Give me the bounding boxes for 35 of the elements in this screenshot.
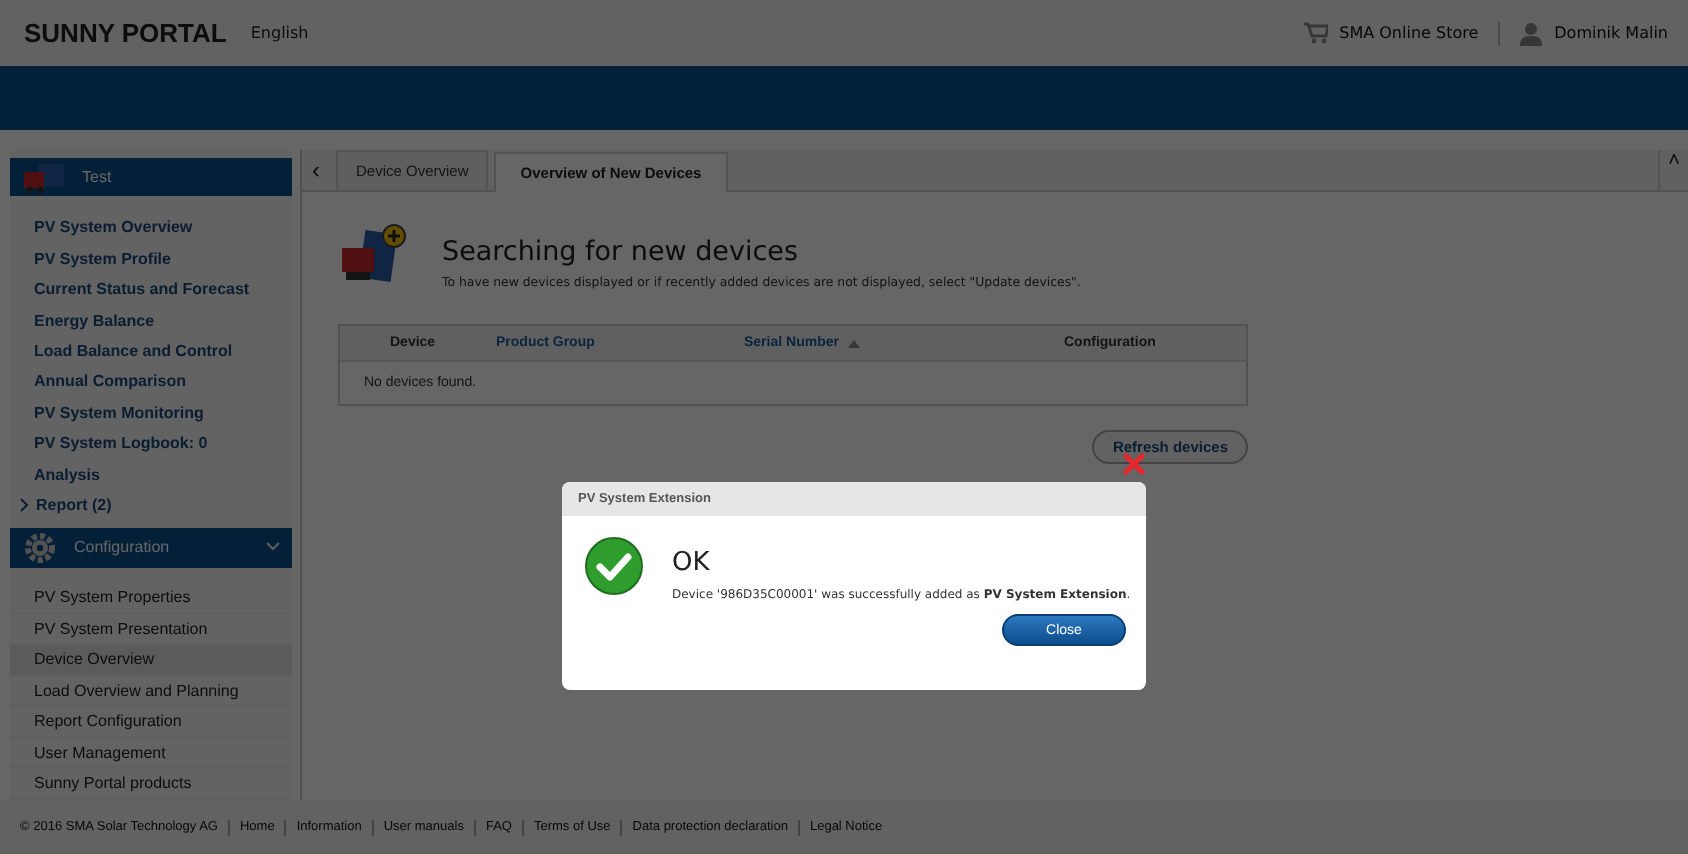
plant-icon xyxy=(22,161,66,194)
cart-icon xyxy=(1303,22,1328,44)
sidebar-item[interactable]: PV System Monitoring xyxy=(10,397,292,429)
sidebar-item[interactable]: Load Overview and Planning xyxy=(10,675,292,707)
group-label: Test xyxy=(82,168,114,187)
store-link[interactable]: SMA Online Store xyxy=(1339,24,1479,42)
item-label: Report (2) xyxy=(36,496,112,515)
previous-tab-button[interactable]: ‹ xyxy=(302,156,330,184)
sidebar-item[interactable]: Current Status and Forecast xyxy=(10,273,292,305)
sort-up-icon xyxy=(848,339,861,347)
close-icon xyxy=(1122,452,1146,476)
sidebar-item[interactable]: Report (2) xyxy=(10,490,292,521)
sidebar-item[interactable]: PV System Logbook: 0 xyxy=(10,428,292,460)
gear-icon xyxy=(22,529,58,566)
sidebar-group-header[interactable]: Configuration xyxy=(10,528,292,568)
dialog-heading: OK xyxy=(672,548,712,578)
sidebar-item[interactable]: Annual Comparison xyxy=(10,366,292,398)
group-label: Configuration xyxy=(74,538,172,557)
sidebar-item[interactable]: User Management xyxy=(10,737,292,769)
sidebar-group-header[interactable]: Test xyxy=(10,158,292,197)
page-title: Searching for new devices xyxy=(442,236,800,268)
user-icon xyxy=(1520,21,1543,45)
sidebar-item[interactable]: Report Configuration xyxy=(10,706,292,738)
collapse-button[interactable]: ˄ xyxy=(1658,150,1688,190)
logo[interactable]: SUNNY PORTAL xyxy=(24,18,227,48)
sidebar-item[interactable]: Device Overview xyxy=(10,645,292,676)
sidebar-item[interactable]: Energy Balance xyxy=(10,304,292,336)
sidebar-item[interactable]: PV System Properties xyxy=(10,583,292,615)
language-menu[interactable]: English xyxy=(250,24,309,42)
check-circle-icon xyxy=(584,536,644,596)
sidebar-item[interactable]: PV System Overview xyxy=(10,212,292,244)
sidebar-item[interactable]: Analysis xyxy=(10,459,292,491)
user-menu[interactable]: Dominik Malin xyxy=(1554,24,1668,42)
sidebar-item[interactable]: Load Balance and Control xyxy=(10,335,292,367)
sidebar-item[interactable]: PV System Profile xyxy=(10,243,292,274)
